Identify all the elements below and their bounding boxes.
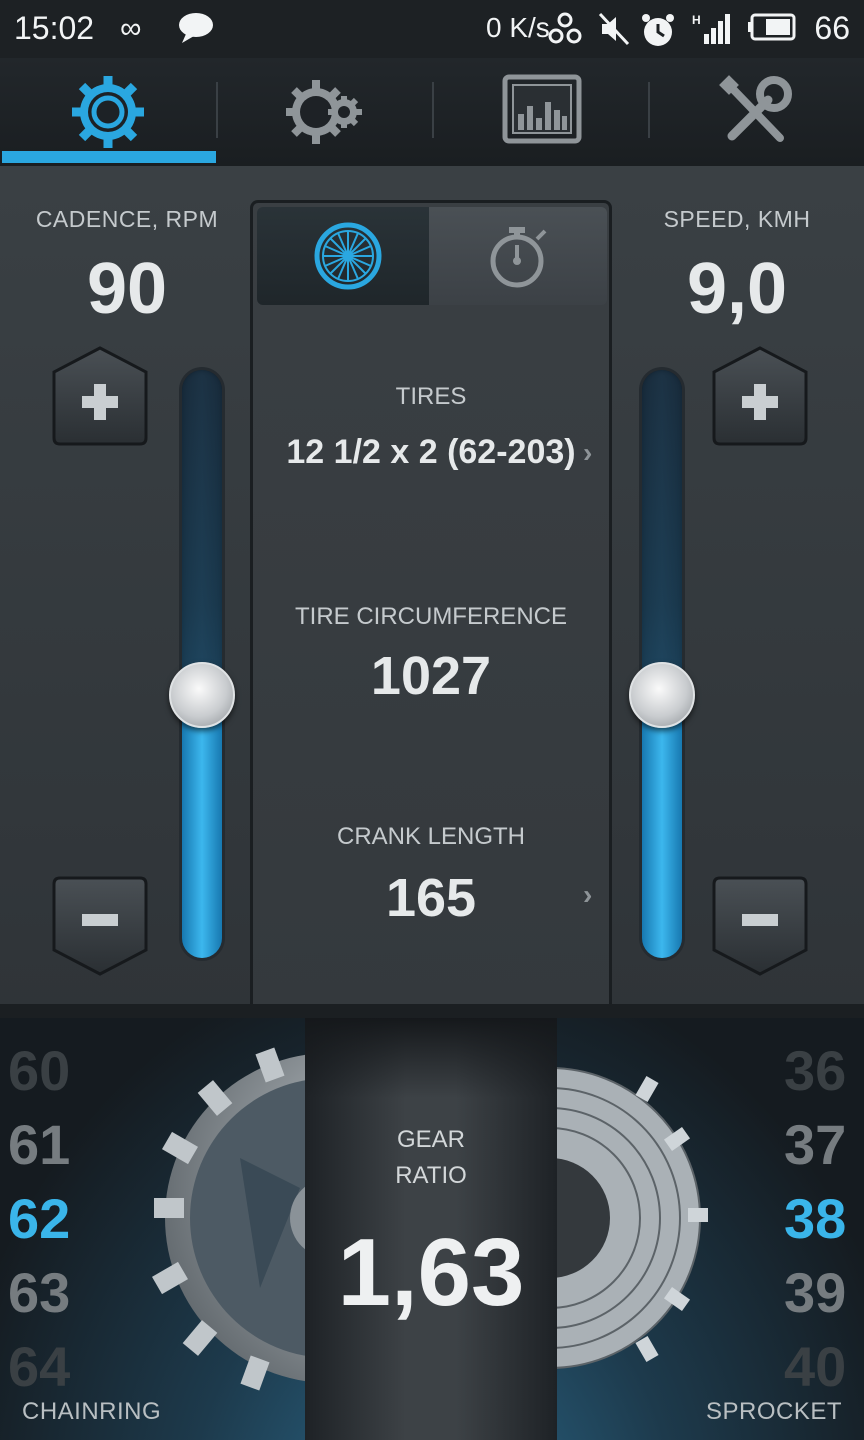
sprocket-option[interactable]: 40: [784, 1334, 846, 1399]
vpn-icon: [546, 12, 584, 54]
tab-chart[interactable]: [432, 58, 648, 166]
divider: [0, 1004, 864, 1018]
sprocket-label: SPROCKET: [706, 1398, 843, 1425]
tab-tools[interactable]: [648, 58, 864, 166]
crank-chevron-icon[interactable]: ›: [583, 879, 592, 911]
sprocket-option[interactable]: 37: [784, 1112, 846, 1177]
chart-icon: [502, 74, 582, 144]
tires-chevron-icon[interactable]: ›: [583, 437, 592, 469]
infinity-icon: ∞: [120, 12, 142, 45]
chainring-option-selected[interactable]: 62: [8, 1186, 70, 1251]
tire-circumference-value: 1027: [370, 646, 492, 706]
status-bar: 15:02 ∞ 0 K/s H 66: [0, 0, 864, 58]
mode-tab-stopwatch[interactable]: [429, 207, 607, 305]
mode-tab-wheel[interactable]: [257, 207, 431, 305]
chainring-option[interactable]: 63: [8, 1260, 70, 1325]
gear-ratio-value: 1,63: [337, 1219, 525, 1326]
sprocket-graphic: [540, 1067, 708, 1369]
tires-label: TIRES: [395, 383, 467, 410]
svg-text:H: H: [692, 13, 701, 27]
sprocket-option[interactable]: 36: [784, 1038, 846, 1103]
cadence-label: CADENCE, RPM: [35, 206, 219, 232]
status-time: 15:02: [14, 10, 95, 46]
tire-circumference-label: TIRE CIRCUMFERENCE: [294, 603, 567, 630]
tab-bar: [0, 58, 864, 168]
battery-percent: 66: [814, 10, 850, 46]
chainring-label: CHAINRING: [22, 1398, 162, 1425]
battery-icon: [748, 12, 798, 50]
selected-tab-indicator: [2, 151, 216, 163]
alarm-icon: [640, 12, 676, 56]
gear-ratio-label-line1: GEAR: [396, 1126, 465, 1153]
gear-set-icon: [286, 80, 362, 144]
speed-label: SPEED, KMH: [663, 206, 811, 232]
cadence-plus-button[interactable]: [50, 346, 150, 446]
tools-icon: [719, 75, 792, 142]
mute-icon: [598, 12, 630, 54]
signal-icon: H: [692, 12, 734, 54]
wheel-icon: [314, 222, 382, 290]
crank-length-label: CRANK LENGTH: [336, 823, 526, 850]
gear-selector: 60 61 62 63 64 CHAINRING 36 37 38 39 40 …: [0, 1018, 864, 1440]
net-speed: 0 K/s: [486, 12, 550, 43]
chainring-option[interactable]: 64: [8, 1334, 70, 1399]
crank-length-value[interactable]: 165: [253, 867, 609, 929]
cadence-slider-knob[interactable]: [169, 662, 235, 729]
wheel-settings-panel: TIRES 12 1/2 x 2 (62-203) › TIRE CIRCUMF…: [250, 200, 612, 1018]
gear-ratio-label-line2: RATIO: [395, 1162, 467, 1189]
message-icon: [178, 12, 214, 52]
cadence-value: 90: [86, 249, 168, 329]
cadence-slider-fill: [182, 693, 222, 958]
tires-value[interactable]: 12 1/2 x 2 (62-203): [253, 433, 609, 472]
gear-ratio-panel: GEAR RATIO 1,63: [305, 1018, 557, 1440]
speed-plus-button[interactable]: [710, 346, 810, 446]
sprocket-option[interactable]: 39: [784, 1260, 846, 1325]
tab-chainring[interactable]: [0, 58, 216, 166]
chainring-option[interactable]: 61: [8, 1112, 70, 1177]
chainring-option[interactable]: 60: [8, 1038, 70, 1103]
tab-gear-set[interactable]: [216, 58, 432, 166]
speed-minus-button[interactable]: [710, 876, 810, 976]
cadence-minus-button[interactable]: [50, 876, 150, 976]
chainring-gear-icon: [72, 76, 144, 148]
sprocket-option-selected[interactable]: 38: [784, 1186, 846, 1251]
speed-slider-knob[interactable]: [629, 662, 695, 729]
speed-slider-fill: [642, 693, 682, 958]
stopwatch-icon: [490, 227, 547, 288]
speed-value: 9,0: [686, 249, 788, 329]
